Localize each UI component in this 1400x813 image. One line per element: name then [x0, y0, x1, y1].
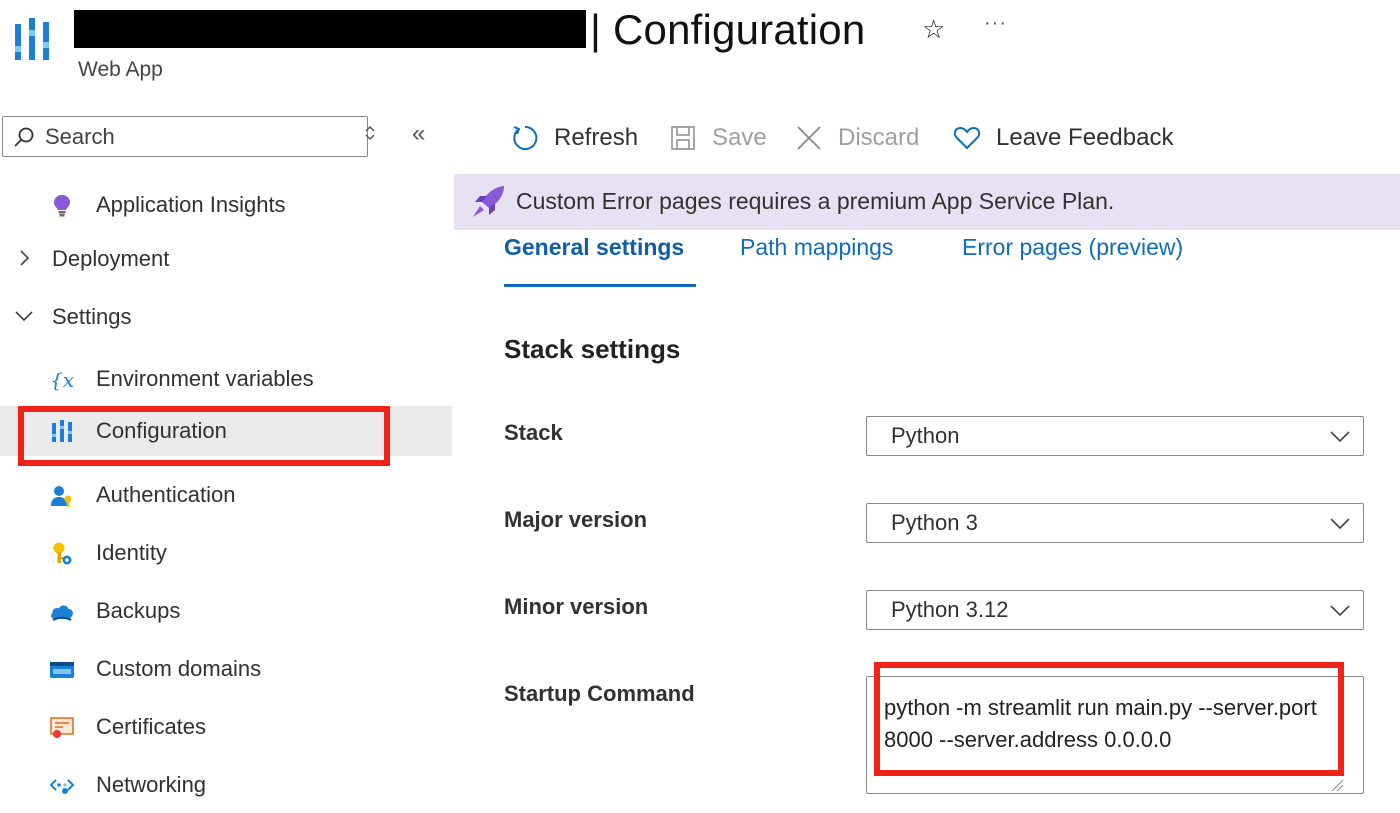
sidebar-item-label: Certificates	[96, 714, 207, 739]
sort-icon[interactable]	[360, 122, 380, 147]
chevron-down-icon	[15, 311, 33, 322]
app-service-logo-icon	[15, 18, 49, 60]
tab-error-pages[interactable]: Error pages (preview)	[962, 234, 1183, 261]
active-tab-indicator	[504, 284, 696, 287]
page-title: | Configuration	[590, 6, 866, 53]
sidebar-item-networking[interactable]: Networking	[0, 760, 452, 810]
resize-grip-icon[interactable]	[1330, 778, 1344, 792]
startup-command-label: Startup Command	[504, 681, 695, 706]
leave-feedback-label: Leave Feedback	[996, 124, 1174, 151]
www-icon	[48, 657, 76, 683]
search-input[interactable]	[45, 123, 345, 150]
sidebar-item-label: Environment variables	[96, 366, 314, 391]
svg-text:{x}: {x}	[50, 368, 75, 392]
discard-label: Discard	[838, 124, 920, 151]
leave-feedback-button[interactable]: Leave Feedback	[952, 118, 1173, 158]
variable-icon: {x}	[48, 367, 76, 393]
heart-icon	[953, 126, 981, 150]
stack-dropdown[interactable]: Python	[866, 416, 1364, 456]
certificate-icon	[48, 715, 76, 741]
search-icon	[14, 127, 34, 147]
save-button[interactable]: Save	[668, 118, 767, 158]
sidebar-item-label: Backups	[96, 598, 181, 623]
sidebar-item-label: Authentication	[96, 482, 236, 507]
discard-button[interactable]: Discard	[794, 118, 919, 158]
tab-path-mappings[interactable]: Path mappings	[740, 234, 893, 261]
sidebar-item-label: Custom domains	[96, 656, 262, 681]
save-icon	[671, 126, 695, 150]
sidebar-item-label: Application Insights	[96, 192, 286, 217]
sidebar-item-label: Networking	[96, 772, 207, 797]
section-title-stack-settings: Stack settings	[504, 334, 681, 364]
ellipsis-icon[interactable]: ···	[984, 12, 1007, 35]
major-version-dropdown[interactable]: Python 3	[866, 503, 1364, 543]
networking-icon	[48, 773, 76, 799]
close-icon	[797, 126, 821, 150]
stack-label: Stack	[504, 420, 563, 445]
save-label: Save	[712, 124, 767, 151]
refresh-icon	[513, 125, 538, 150]
refresh-label: Refresh	[554, 124, 639, 151]
cloud-backup-icon	[48, 599, 76, 625]
sidebar-item-label: Settings	[52, 304, 132, 329]
minor-version-value: Python 3.12	[891, 597, 1009, 622]
configuration-icon	[48, 419, 76, 445]
sidebar-item-identity[interactable]: Identity	[0, 528, 452, 578]
sidebar-item-label: Configuration	[96, 418, 227, 443]
chevron-down-icon	[1330, 431, 1350, 443]
resource-type-label: Web App	[78, 58, 163, 81]
sidebar-item-application-insights[interactable]: Application Insights	[0, 180, 452, 230]
sidebar-item-label: Identity	[96, 540, 167, 565]
identity-key-icon	[48, 541, 76, 567]
star-icon[interactable]: ☆	[922, 14, 945, 45]
sidebar-item-configuration[interactable]: Configuration	[0, 406, 452, 456]
major-version-label: Major version	[504, 507, 648, 532]
sidebar-item-custom-domains[interactable]: Custom domains	[0, 644, 452, 694]
major-version-value: Python 3	[891, 510, 978, 535]
sidebar-group-settings[interactable]: Settings	[0, 292, 452, 342]
sidebar-item-authentication[interactable]: Authentication	[0, 470, 452, 520]
banner-message: Custom Error pages requires a premium Ap…	[516, 188, 1115, 214]
sidebar-item-environment-variables[interactable]: {x} Environment variables	[0, 354, 452, 404]
refresh-button[interactable]: Refresh	[510, 118, 638, 158]
collapse-sidebar-icon[interactable]: «	[412, 120, 425, 148]
tab-general-settings[interactable]: General settings	[504, 234, 684, 261]
rocket-icon	[473, 186, 504, 217]
sidebar-search[interactable]	[2, 116, 368, 157]
chevron-down-icon	[1330, 605, 1350, 617]
minor-version-label: Minor version	[504, 594, 649, 619]
lightbulb-icon	[48, 193, 76, 219]
sidebar-item-backups[interactable]: Backups	[0, 586, 452, 636]
startup-command-value[interactable]: python -m streamlit run main.py --server…	[884, 692, 1336, 756]
premium-plan-banner: Custom Error pages requires a premium Ap…	[454, 174, 1400, 230]
redacted-app-name	[74, 10, 586, 48]
stack-value: Python	[891, 423, 960, 448]
sidebar-item-certificates[interactable]: Certificates	[0, 702, 452, 752]
chevron-right-icon	[20, 250, 30, 266]
sidebar-group-deployment[interactable]: Deployment	[0, 234, 452, 284]
minor-version-dropdown[interactable]: Python 3.12	[866, 590, 1364, 630]
sidebar-item-label: Deployment	[52, 246, 170, 271]
user-key-icon	[48, 483, 76, 509]
chevron-down-icon	[1330, 518, 1350, 530]
